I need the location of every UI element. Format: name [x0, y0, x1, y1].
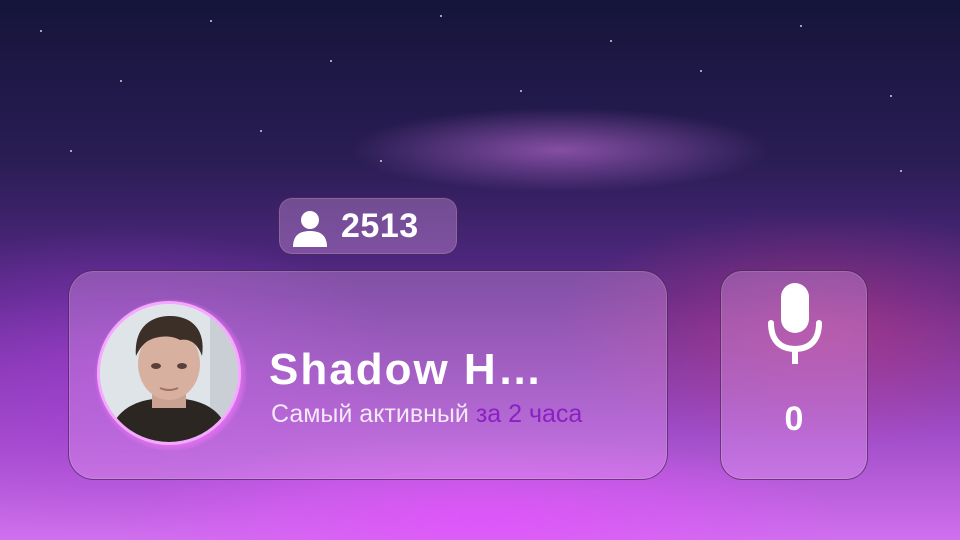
mic-count: 0 — [784, 400, 804, 438]
top-chatter-card: Shadow H… Самый активный за 2 часа — [68, 270, 668, 480]
top-chatter-subtitle: Самый активный за 2 часа — [271, 399, 582, 429]
user-avatar-photo — [100, 304, 238, 442]
microphone-icon — [765, 281, 825, 375]
user-icon — [289, 207, 331, 253]
top-chatter-name: Shadow H… — [269, 345, 544, 394]
viewer-count: 2513 — [341, 207, 419, 245]
subtitle-label: Самый активный — [271, 400, 469, 428]
mic-counter-card: 0 — [720, 270, 868, 480]
avatar — [97, 301, 241, 445]
subtitle-period: за 2 часа — [475, 400, 583, 428]
viewer-count-badge: 2513 — [278, 197, 458, 255]
